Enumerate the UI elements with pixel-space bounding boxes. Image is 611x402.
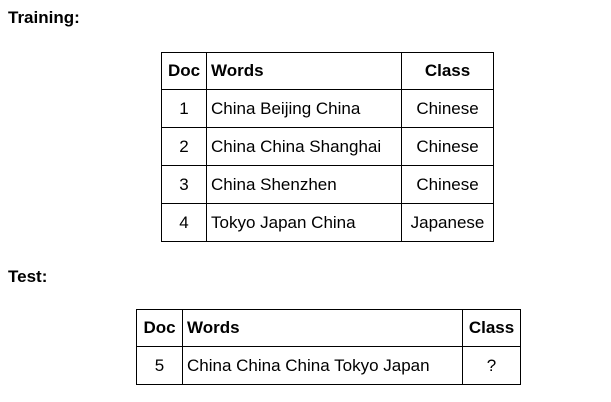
cell-doc: 4 (161, 203, 207, 242)
cell-doc: 5 (136, 346, 183, 385)
header-doc: Doc (136, 309, 183, 347)
cell-class: Chinese (401, 127, 494, 166)
header-words: Words (206, 52, 402, 90)
table-row: 3 China Shenzhen Chinese (161, 165, 494, 204)
cell-words: Tokyo Japan China (206, 203, 402, 242)
training-table: Doc Words Class 1 China Beijing China Ch… (161, 52, 494, 242)
test-section-label: Test: (8, 267, 48, 286)
header-words: Words (182, 309, 463, 347)
table-row: 4 Tokyo Japan China Japanese (161, 203, 494, 242)
table-header-row: Doc Words Class (136, 309, 521, 347)
table-row: 2 China China Shanghai Chinese (161, 127, 494, 166)
cell-doc: 1 (161, 89, 207, 128)
cell-class: Japanese (401, 203, 494, 242)
cell-class: Chinese (401, 165, 494, 204)
table-header-row: Doc Words Class (161, 52, 494, 90)
header-class: Class (462, 309, 521, 347)
cell-words: China China Shanghai (206, 127, 402, 166)
test-table: Doc Words Class 5 China China China Toky… (136, 309, 521, 385)
cell-words: China China China Tokyo Japan (182, 346, 463, 385)
table-row: 1 China Beijing China Chinese (161, 89, 494, 128)
cell-class: ? (462, 346, 521, 385)
training-section-label: Training: (8, 8, 80, 27)
header-class: Class (401, 52, 494, 90)
cell-doc: 3 (161, 165, 207, 204)
cell-doc: 2 (161, 127, 207, 166)
header-doc: Doc (161, 52, 207, 90)
cell-class: Chinese (401, 89, 494, 128)
cell-words: China Shenzhen (206, 165, 402, 204)
table-row: 5 China China China Tokyo Japan ? (136, 346, 521, 385)
cell-words: China Beijing China (206, 89, 402, 128)
